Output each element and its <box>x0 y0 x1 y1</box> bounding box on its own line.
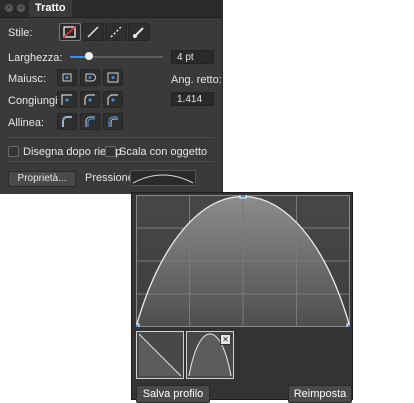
miter-field[interactable]: 1.414 <box>171 92 214 106</box>
close-icon[interactable]: ✕ <box>220 334 231 345</box>
stroke-panel: × ≡ Tratto Stile: Larghezza: 4 pt Maiusc… <box>0 0 223 194</box>
congiungi-label: Congiungi: <box>8 95 61 107</box>
align-inside-icon <box>85 116 95 127</box>
curve-handle-top[interactable] <box>239 195 247 199</box>
curve-handle-left[interactable] <box>136 323 140 327</box>
scale-with-object-checkbox[interactable] <box>105 146 116 157</box>
join-round-button[interactable] <box>80 91 100 108</box>
align-center-button[interactable] <box>57 113 77 130</box>
join-miter-button[interactable] <box>57 91 77 108</box>
reset-button[interactable]: Reimposta <box>288 385 352 403</box>
style-dashed-button[interactable] <box>105 23 127 41</box>
style-brush-button[interactable] <box>128 23 150 41</box>
align-inside-button[interactable] <box>80 113 100 130</box>
maiusc-label: Maiusc: <box>8 73 46 85</box>
join-bevel-button[interactable] <box>103 91 123 108</box>
width-slider-knob[interactable] <box>84 52 93 60</box>
cap-square-button[interactable] <box>103 69 123 86</box>
close-icon[interactable]: × <box>5 4 13 12</box>
allinea-label: Allinea: <box>8 117 45 129</box>
preset-bell[interactable]: ✕ <box>186 331 234 379</box>
panel-tab-bar: × ≡ Tratto <box>0 0 222 18</box>
curve-handle-right[interactable] <box>346 323 350 327</box>
align-outside-icon <box>108 116 118 127</box>
cap-square-icon <box>107 72 119 83</box>
style-none-button[interactable] <box>59 23 81 41</box>
save-profile-button[interactable]: Salva profilo <box>136 385 210 403</box>
cap-butt-button[interactable] <box>57 69 77 86</box>
separator <box>8 137 214 138</box>
cap-butt-icon <box>62 73 72 82</box>
pressure-curve-icon <box>132 174 194 184</box>
larghezza-label: Larghezza: <box>8 52 63 64</box>
linear-profile-icon <box>138 333 182 377</box>
stile-label: Stile: <box>8 27 33 39</box>
width-slider[interactable] <box>70 52 163 60</box>
brush-icon <box>133 27 144 38</box>
cap-round-button[interactable] <box>80 69 100 86</box>
no-stroke-icon <box>63 26 76 38</box>
cap-round-icon <box>85 73 96 82</box>
menu-icon[interactable]: ≡ <box>17 4 25 12</box>
ang-retto-label: Ang. retto: <box>171 74 222 86</box>
scale-with-object-label: Scala con oggetto <box>119 146 208 158</box>
join-miter-icon <box>61 94 72 105</box>
width-field[interactable]: 4 pt <box>171 50 214 64</box>
align-outside-button[interactable] <box>103 113 123 130</box>
preset-linear[interactable] <box>136 331 184 379</box>
solid-line-icon <box>87 26 99 38</box>
pressure-popup: ✕ Salva profilo Reimposta <box>131 192 353 403</box>
properties-button[interactable]: Proprietà... <box>8 171 76 187</box>
join-round-icon <box>84 94 95 105</box>
separator <box>8 161 214 162</box>
style-solid-button[interactable] <box>82 23 104 41</box>
join-bevel-icon <box>107 94 118 105</box>
dashed-line-icon <box>110 26 122 38</box>
pressure-graph[interactable] <box>136 195 350 327</box>
pressure-preview[interactable] <box>130 170 196 186</box>
tab-tratto[interactable]: Tratto <box>29 0 72 17</box>
draw-behind-fill-checkbox[interactable] <box>8 146 19 157</box>
align-center-icon <box>62 116 72 127</box>
